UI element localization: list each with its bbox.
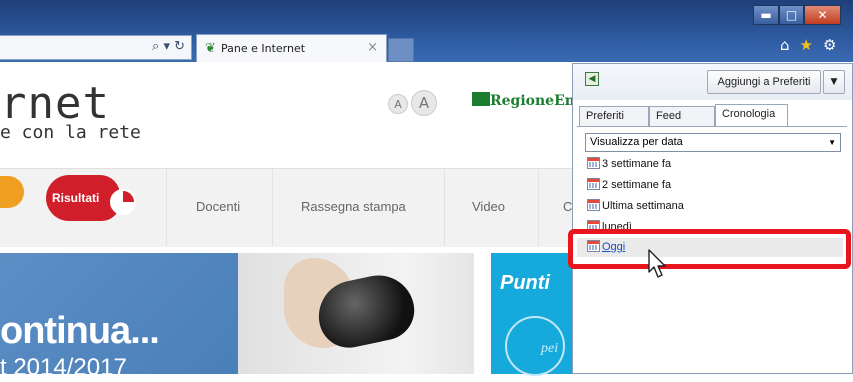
mouse-pointer-icon	[648, 249, 666, 278]
address-bar-icons[interactable]: ⌕ ▾ ↻	[152, 39, 185, 54]
calendar-icon	[587, 157, 600, 169]
pie-chart-icon	[110, 189, 136, 215]
new-tab-button[interactable]	[388, 38, 414, 62]
pin-pane-icon[interactable]: ◀	[585, 72, 599, 86]
home-icon[interactable]: ⌂	[780, 36, 790, 54]
font-decrease-button[interactable]: A	[388, 94, 408, 114]
view-by-select-value: Visualizza per data	[590, 136, 683, 148]
chevron-down-icon[interactable]: ▼	[828, 134, 836, 151]
command-icons: ⌂ ★ ⚙	[780, 36, 846, 54]
history-item-3-weeks[interactable]: 3 settimane fa	[587, 155, 671, 175]
nav-item-rassegna-stampa[interactable]: Rassegna stampa	[301, 199, 406, 214]
history-item-2-weeks[interactable]: 2 settimane fa	[587, 176, 671, 196]
site-logo-subtitle: e con la rete	[0, 122, 141, 143]
star-icon[interactable]: ★	[800, 36, 813, 54]
nav-item-risultati[interactable]: Risultati	[52, 191, 99, 205]
punti-circle-text: pei	[541, 341, 559, 356]
tab-divider	[577, 126, 847, 127]
close-window-button[interactable]: ✕	[804, 5, 841, 25]
highlight-box	[568, 229, 851, 269]
tab-close-icon[interactable]: ×	[367, 40, 378, 55]
minimize-button[interactable]: ▬	[753, 5, 779, 25]
tab-preferiti[interactable]: Preferiti	[579, 106, 649, 126]
nav-item-c[interactable]: C	[563, 199, 572, 214]
hero-year: t 2014/2017	[0, 354, 127, 381]
punti-title: Punti	[500, 272, 550, 294]
add-to-favorites-button[interactable]: Aggiungi a Preferiti	[707, 70, 821, 94]
regione-flag-icon	[472, 92, 490, 106]
calendar-icon	[587, 199, 600, 211]
nav-item-docenti[interactable]: Docenti	[196, 199, 240, 214]
history-item-last-week[interactable]: Ultima settimana	[587, 197, 684, 217]
tab-cronologia[interactable]: Cronologia	[715, 104, 788, 126]
history-item-label: Ultima settimana	[602, 200, 684, 212]
nav-divider	[166, 168, 167, 246]
nav-divider	[538, 168, 539, 246]
calendar-icon	[587, 178, 600, 190]
nav-divider	[272, 168, 273, 246]
favicon-icon: ❦	[205, 41, 216, 56]
maximize-button[interactable]: □	[779, 5, 804, 25]
browser-tab[interactable]: ❦ Pane e Internet ×	[196, 34, 387, 62]
tab-feed[interactable]: Feed	[649, 106, 715, 126]
nav-divider	[444, 168, 445, 246]
history-item-label: 3 settimane fa	[602, 158, 672, 170]
nav-item-video[interactable]: Video	[472, 199, 505, 214]
window-buttons: ▬ □ ✕	[753, 5, 841, 25]
history-item-label: 2 settimane fa	[602, 179, 672, 191]
gear-icon[interactable]: ⚙	[823, 36, 836, 54]
font-increase-button[interactable]: A	[411, 90, 437, 116]
hero-title: ontinua...	[0, 310, 160, 352]
regione-logo[interactable]: RegioneEmi	[490, 93, 585, 109]
site-logo[interactable]: rnet	[0, 82, 110, 126]
favorites-pane: ◀ Aggiungi a Preferiti ▼ Preferiti Feed …	[572, 63, 853, 374]
add-favorites-dropdown-button[interactable]: ▼	[823, 70, 845, 94]
address-bar[interactable]: ⌕ ▾ ↻	[0, 35, 192, 60]
tab-title: Pane e Internet	[221, 42, 306, 55]
view-by-select[interactable]: Visualizza per data ▼	[585, 133, 841, 152]
